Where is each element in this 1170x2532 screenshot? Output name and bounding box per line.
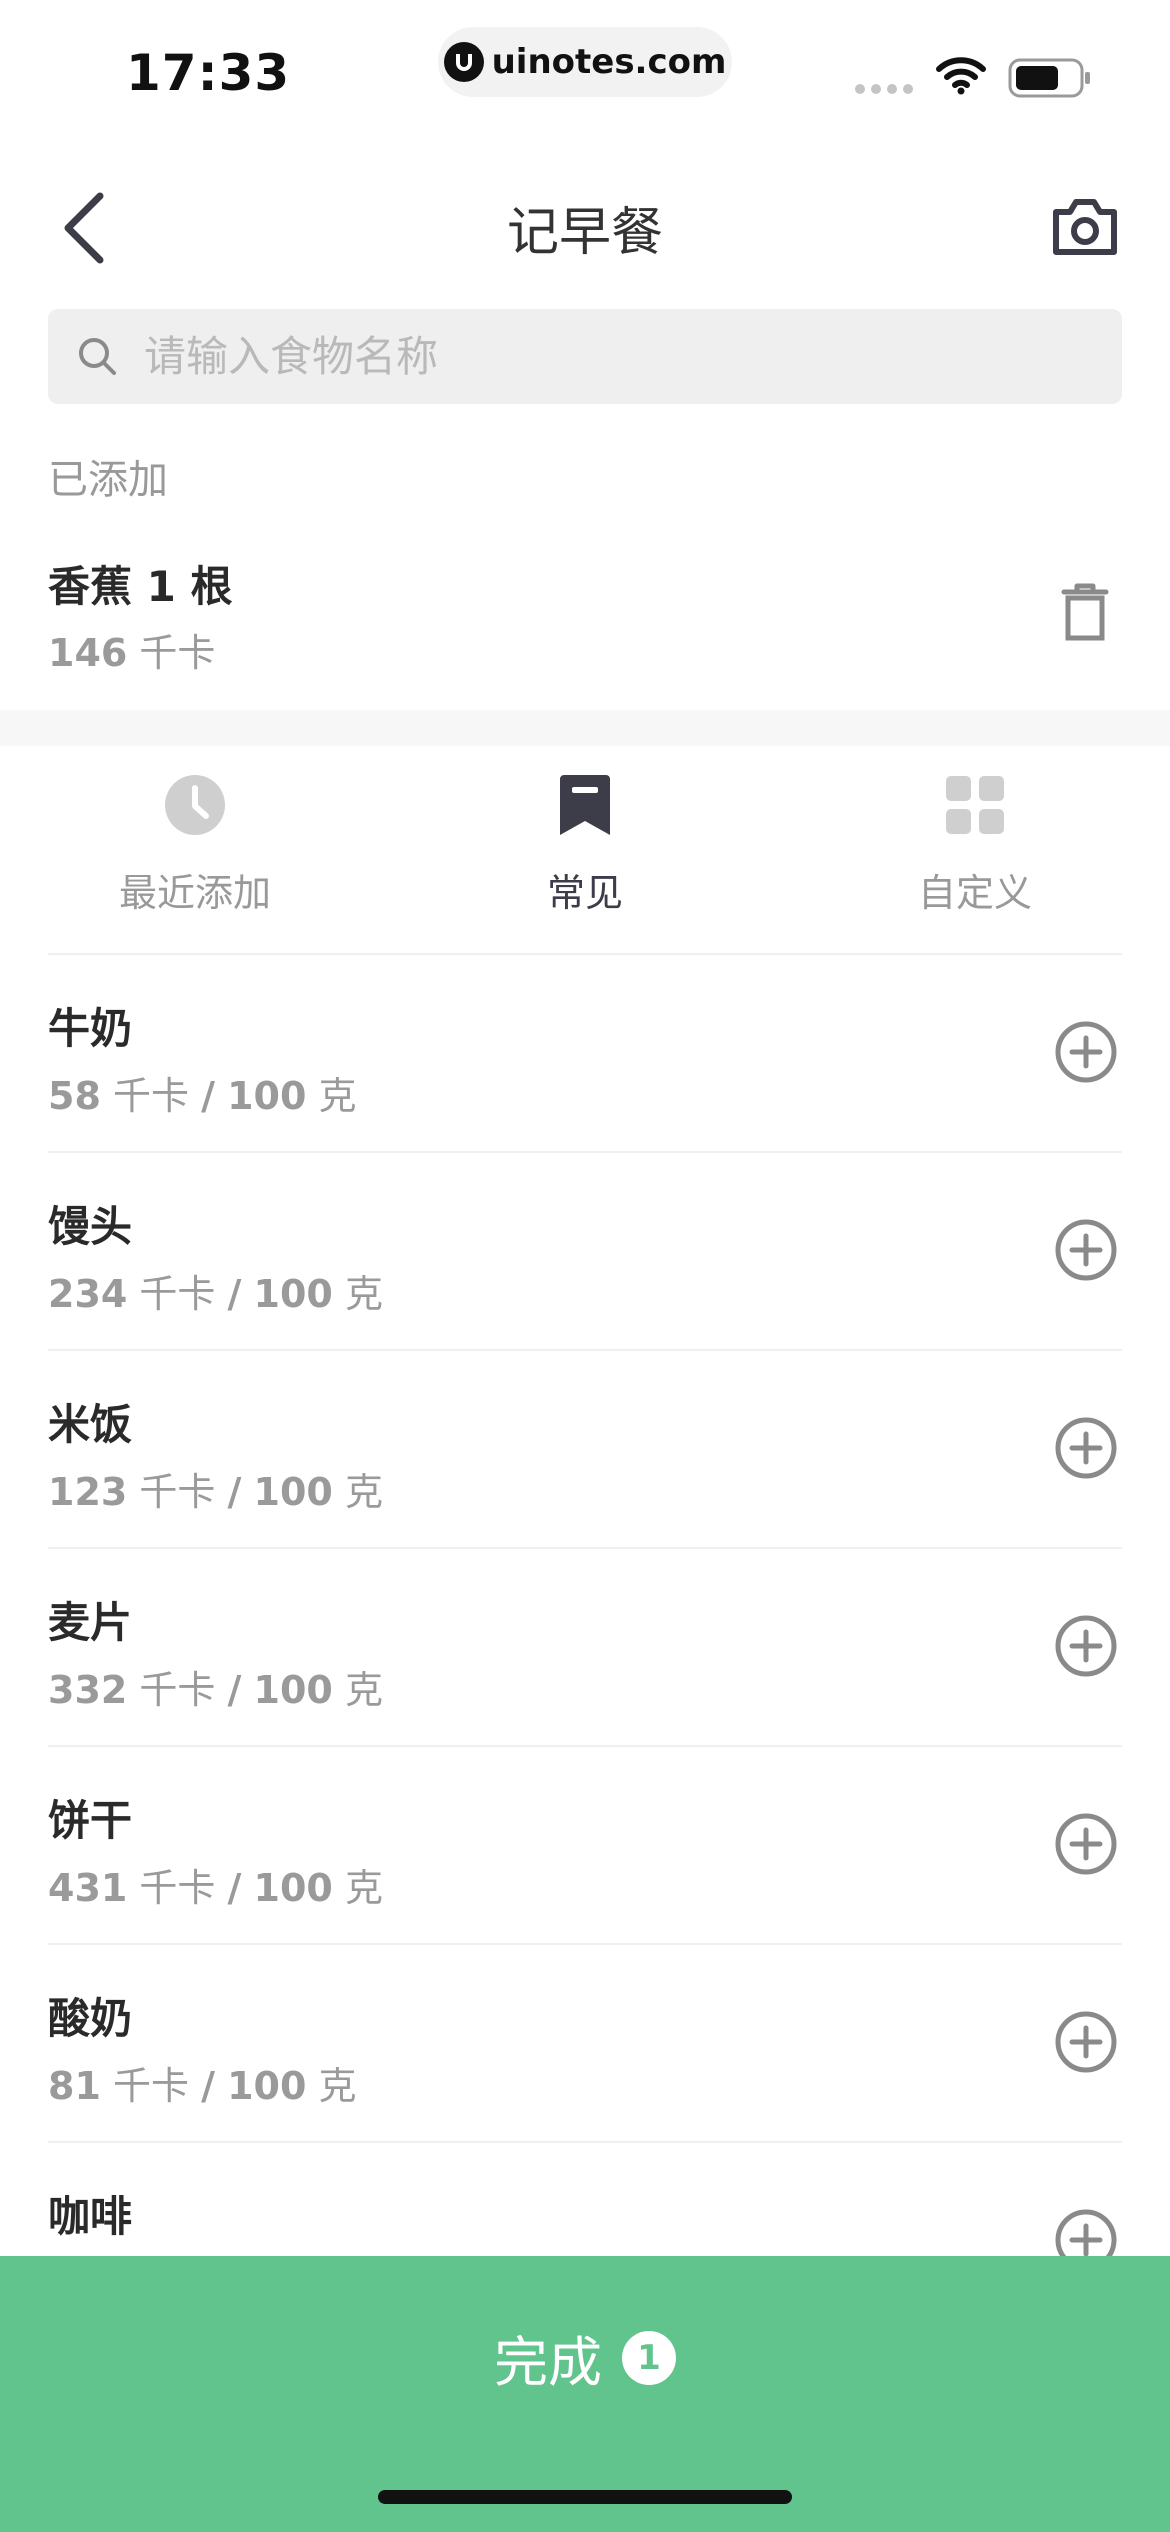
- home-indicator: [378, 2490, 792, 2504]
- tab-custom[interactable]: 自定义: [825, 770, 1125, 917]
- add-circle-icon[interactable]: [1054, 1614, 1118, 1678]
- food-name: 馒头: [48, 1202, 133, 1251]
- url-text: uinotes.com: [491, 42, 727, 82]
- page-title: 记早餐: [506, 203, 663, 263]
- tab-common[interactable]: 常见: [435, 770, 735, 917]
- add-circle-icon[interactable]: [1054, 1812, 1118, 1876]
- done-button[interactable]: 完成 1: [0, 2256, 1170, 2532]
- food-kcal: 234 千卡 / 100 克: [48, 1272, 383, 1316]
- clock-icon: [165, 775, 225, 835]
- search-box[interactable]: [48, 309, 1122, 404]
- section-divider: [0, 710, 1170, 746]
- status-bar: 17:33 uinotes.com: [0, 0, 1170, 150]
- food-name: 麦片: [48, 1598, 133, 1647]
- tab-custom-label: 自定义: [917, 871, 1032, 915]
- food-row[interactable]: 牛奶 58 千卡 / 100 克: [0, 955, 1170, 1153]
- food-name: 酸奶: [48, 1994, 133, 2043]
- added-kcal-value: 146: [48, 631, 128, 675]
- add-circle-icon[interactable]: [1054, 2010, 1118, 2074]
- food-row[interactable]: 米饭 123 千卡 / 100 克: [0, 1351, 1170, 1549]
- bookmark-icon: [560, 775, 610, 835]
- tab-recent-label: 最近添加: [118, 871, 271, 915]
- site-logo-icon: [443, 42, 484, 82]
- done-count-badge: 1: [622, 2330, 676, 2385]
- food-name: 咖啡: [48, 2192, 133, 2241]
- food-kcal: 431 千卡 / 100 克: [48, 1866, 383, 1910]
- search-icon: [79, 338, 116, 375]
- food-row[interactable]: 麦片 332 千卡 / 100 克: [0, 1549, 1170, 1747]
- battery-icon: [1008, 58, 1090, 98]
- added-kcal-unit: 千卡: [139, 631, 216, 675]
- trash-icon[interactable]: [1060, 582, 1110, 642]
- added-item-name: 香蕉 1 根: [48, 562, 233, 611]
- url-pill[interactable]: uinotes.com: [438, 27, 732, 97]
- tab-recent[interactable]: 最近添加: [45, 770, 345, 917]
- add-circle-icon[interactable]: [1054, 1020, 1118, 1084]
- food-name: 米饭: [48, 1400, 133, 1449]
- food-row[interactable]: 饼干 431 千卡 / 100 克: [0, 1747, 1170, 1945]
- cellular-signal-icon: [855, 84, 919, 94]
- food-row[interactable]: 酸奶 81 千卡 / 100 克: [0, 1945, 1170, 2143]
- food-name: 饼干: [48, 1796, 133, 1845]
- add-circle-icon[interactable]: [1054, 1416, 1118, 1480]
- status-time: 17:33: [126, 44, 291, 102]
- food-name: 牛奶: [48, 1004, 133, 1053]
- food-kcal: 81 千卡 / 100 克: [48, 2064, 357, 2108]
- food-list: 牛奶 58 千卡 / 100 克 馒头 234 千卡 / 100 克 米饭 12…: [0, 955, 1170, 2341]
- food-row[interactable]: 馒头 234 千卡 / 100 克: [0, 1153, 1170, 1351]
- search-input[interactable]: [144, 309, 1094, 404]
- food-kcal: 123 千卡 / 100 克: [48, 1470, 383, 1514]
- wifi-icon: [936, 57, 986, 95]
- grid-icon: [946, 776, 1004, 834]
- added-section-label: 已添加: [48, 457, 168, 503]
- tab-common-label: 常见: [546, 871, 623, 915]
- camera-icon[interactable]: [1050, 192, 1120, 262]
- added-item-kcal: 146 千卡: [48, 622, 215, 677]
- food-kcal: 58 千卡 / 100 克: [48, 1074, 357, 1118]
- food-kcal: 332 千卡 / 100 克: [48, 1668, 383, 1712]
- done-label: 完成: [494, 2331, 602, 2394]
- add-circle-icon[interactable]: [1054, 1218, 1118, 1282]
